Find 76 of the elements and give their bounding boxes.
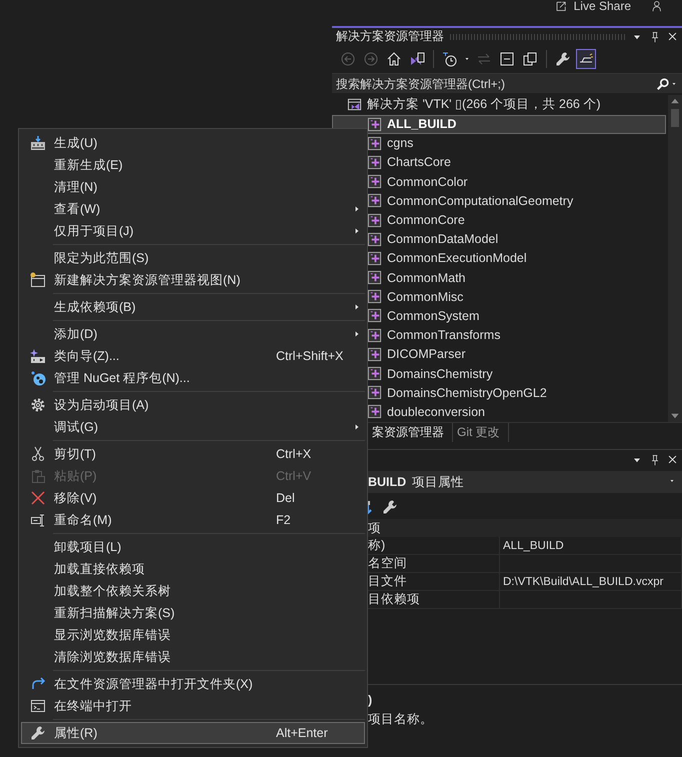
- menu-item[interactable]: 清理(N): [21, 176, 365, 198]
- collapse-all-icon: [499, 51, 515, 68]
- solution-views-icon: [409, 51, 425, 68]
- scrollbar-thumb[interactable]: [671, 109, 679, 128]
- selected-tree-row[interactable]: ALL_BUILD: [332, 114, 666, 134]
- terminal-icon: [30, 698, 46, 714]
- tree-item[interactable]: ChartsCore: [387, 155, 451, 170]
- menu-item[interactable]: 生成(U): [21, 132, 365, 154]
- tree-item[interactable]: CommonCore: [387, 213, 465, 228]
- home-icon: [386, 51, 402, 68]
- panel-tab[interactable]: Git 更改: [453, 422, 509, 442]
- menu-item[interactable]: 管理 NuGet 程序包(N)...: [21, 367, 365, 389]
- menu-item[interactable]: 在文件资源管理器中打开文件夹(X): [21, 673, 365, 695]
- menu-item[interactable]: 限定为此范围(S): [21, 247, 365, 269]
- build-icon: [30, 135, 46, 151]
- curved-arrow-icon: [30, 676, 46, 692]
- menu-item[interactable]: 剪切(T) Ctrl+X: [21, 443, 365, 465]
- menu-item[interactable]: 显示浏览数据库错误: [21, 624, 365, 646]
- pin-icon[interactable]: [649, 454, 661, 466]
- share-icon: [554, 0, 568, 12]
- preview-button[interactable]: [576, 49, 596, 70]
- menu-item[interactable]: 重新生成(E): [21, 154, 365, 176]
- clipboard-icon: [30, 468, 46, 484]
- live-share-button[interactable]: Live Share: [574, 0, 631, 12]
- menu-item[interactable]: 属性(R) Alt+Enter: [21, 722, 365, 744]
- tree-item[interactable]: CommonTransforms: [387, 328, 500, 342]
- tree-item[interactable]: DICOMParser: [387, 347, 466, 362]
- tree-item[interactable]: cgns: [387, 136, 414, 150]
- panel-title: 解决方案资源管理器: [336, 28, 444, 46]
- description-title: ): [368, 693, 374, 707]
- menu-item[interactable]: 仅用于项目(J): [21, 220, 365, 242]
- pin-icon[interactable]: [649, 30, 661, 43]
- forward-icon: [363, 51, 379, 68]
- rename-icon: [30, 512, 46, 528]
- tree-item[interactable]: CommonMath: [387, 270, 466, 285]
- menu-item[interactable]: 类向导(Z)... Ctrl+Shift+X: [21, 345, 365, 367]
- wrench-icon: [555, 51, 571, 68]
- tree-item[interactable]: DomainsChemistryOpenGL2: [387, 386, 547, 400]
- menu-item[interactable]: 生成依赖项(B): [21, 296, 365, 318]
- wrench-icon: [30, 725, 46, 741]
- tree-item[interactable]: DomainsChemistry: [387, 366, 493, 381]
- description-text: 项目名称。: [368, 711, 434, 728]
- property-value[interactable]: ALL_BUILD: [500, 537, 682, 555]
- menu-item[interactable]: 新建解决方案资源管理器视图(N): [21, 269, 365, 291]
- wrench-icon[interactable]: [382, 499, 398, 515]
- close-icon[interactable]: [667, 454, 678, 465]
- tree-item[interactable]: CommonExecutionModel: [387, 251, 527, 266]
- object-name: BUILD: [368, 475, 406, 489]
- tree-item[interactable]: CommonMisc: [387, 290, 464, 304]
- tree-item[interactable]: doubleconversion: [387, 404, 485, 419]
- person-icon[interactable]: [651, 0, 664, 12]
- tree-item[interactable]: CommonDataModel: [387, 232, 498, 246]
- solution-icon: [347, 97, 362, 112]
- property-value[interactable]: D:\VTK\Build\ALL_BUILD.vcxpr: [500, 573, 682, 591]
- clock-icon: [442, 51, 458, 68]
- nuget-icon: [30, 370, 46, 386]
- back-icon: [340, 51, 356, 68]
- tree-item[interactable]: 解决方案 'VTK' ▯(266 个项目，共 266 个): [367, 96, 600, 114]
- settings-icon: [30, 397, 46, 413]
- menu-item[interactable]: 添加(D): [21, 323, 365, 345]
- search-field[interactable]: 搜索解决方案资源管理器(Ctrl+;): [332, 72, 656, 94]
- tree-item[interactable]: CommonSystem: [387, 308, 480, 323]
- search-icon[interactable]: [656, 76, 670, 91]
- sparkle-icon: [30, 348, 46, 364]
- close-icon: [30, 490, 46, 506]
- close-icon[interactable]: [667, 31, 678, 42]
- menu-item[interactable]: 清除浏览数据库错误: [21, 646, 365, 668]
- stacked-pages-icon: [522, 51, 538, 68]
- tree-item[interactable]: CommonColor: [387, 174, 468, 189]
- menu-item[interactable]: 查看(W): [21, 198, 365, 220]
- menu-item[interactable]: 在终端中打开: [21, 695, 365, 717]
- scissors-icon: [30, 446, 46, 462]
- tree-item[interactable]: CommonComputationalGeometry: [387, 194, 574, 208]
- menu-item[interactable]: 设为启动项目(A): [21, 394, 365, 416]
- tree-item[interactable]: ALL_BUILD: [387, 117, 456, 132]
- object-type: 项目属性: [412, 474, 464, 490]
